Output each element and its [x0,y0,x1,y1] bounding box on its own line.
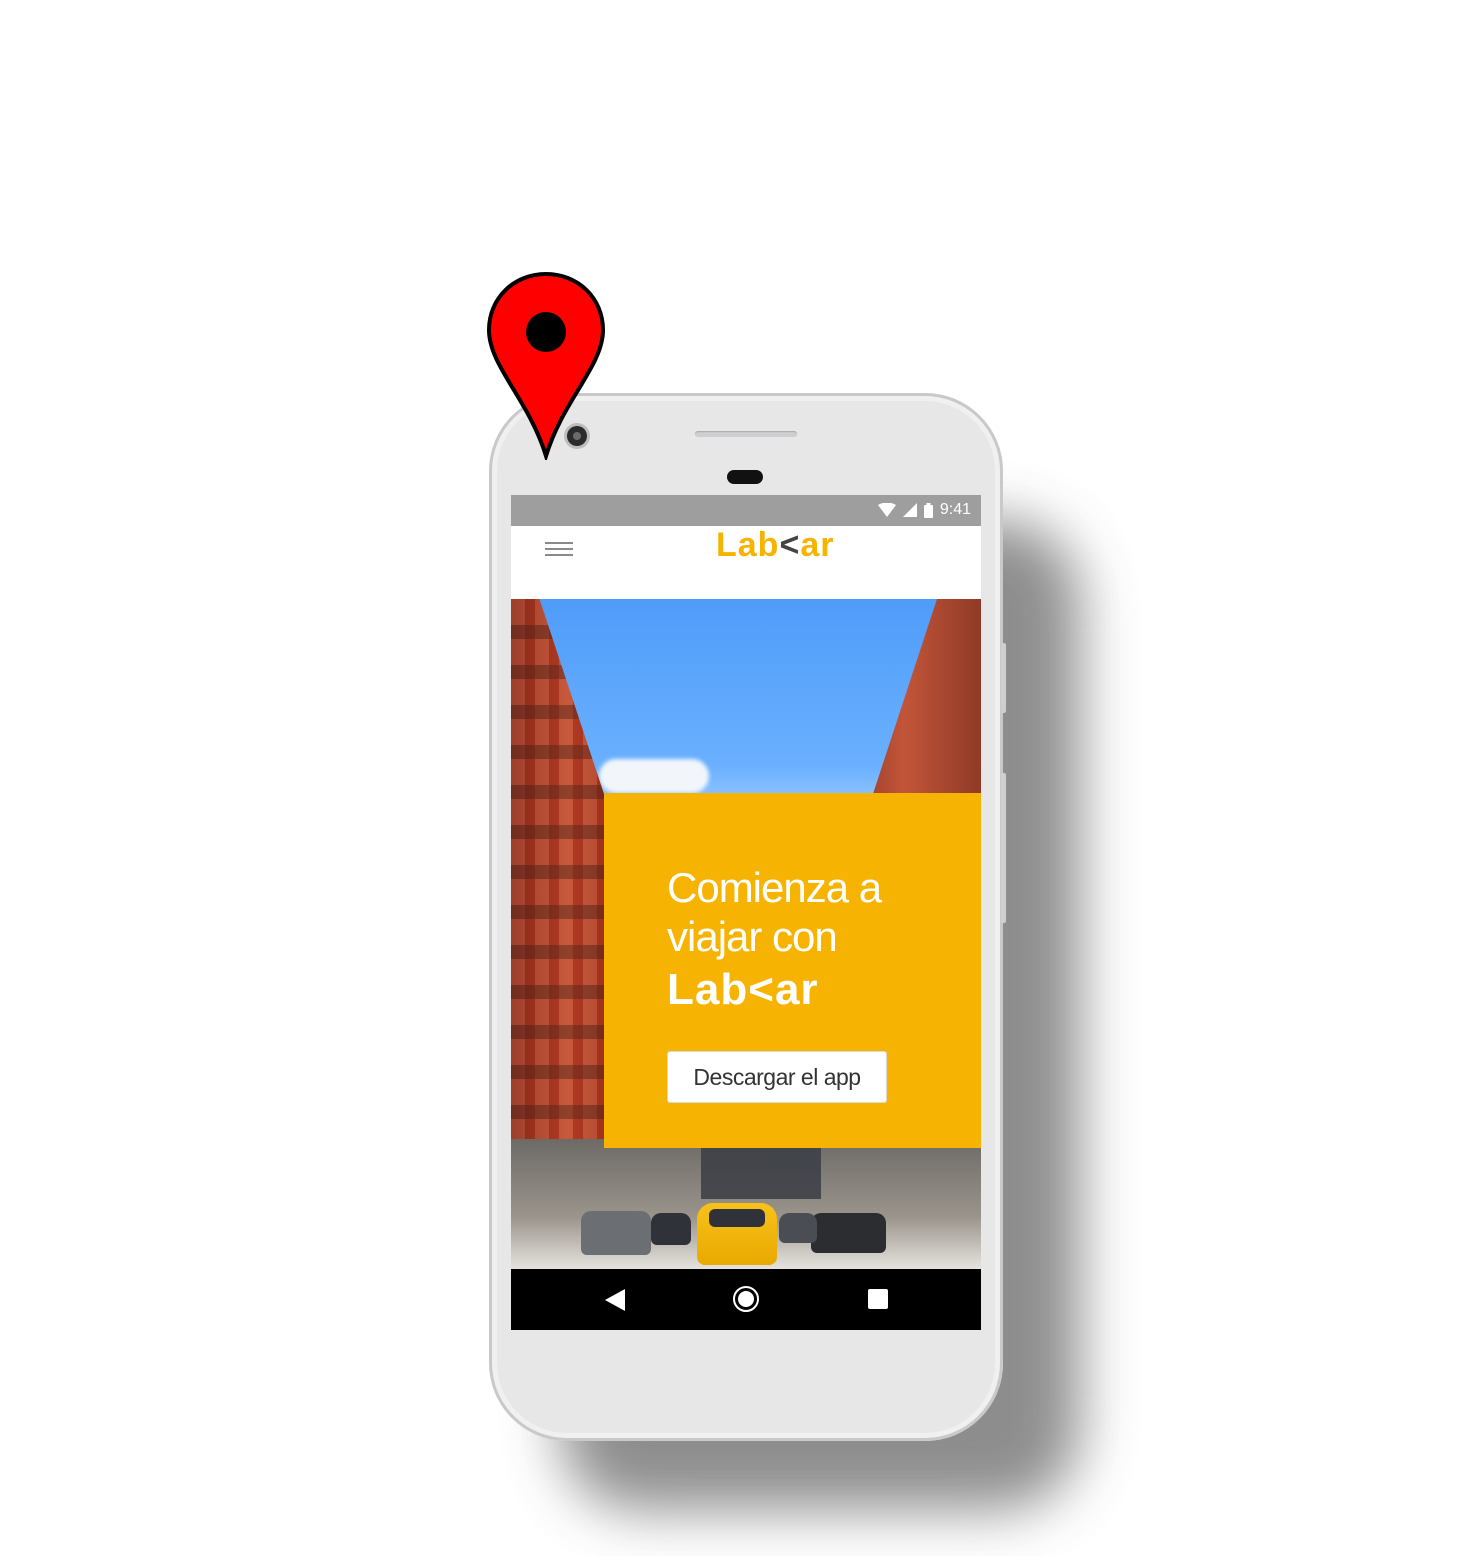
hamburger-menu-icon[interactable] [545,538,573,560]
home-icon[interactable] [733,1286,759,1312]
status-icons: 9:41 [877,501,971,519]
signal-icon [902,503,917,517]
logo-suffix: ar [800,526,835,564]
status-time: 9:41 [939,501,971,518]
promo-brand-chevron: < [748,965,775,1014]
promo-brand-suffix: ar [774,965,819,1014]
hero-cloud [599,759,709,793]
promo-brand-logo: Lab<ar [667,965,819,1015]
phone-screen: 9:41 Lab<ar Comienza a viajar con Lab<ar… [511,495,981,1330]
power-button [1001,643,1006,713]
parked-car [779,1213,817,1243]
parked-car [581,1211,651,1255]
yellow-taxi [697,1203,777,1265]
parked-car [811,1213,886,1253]
logo-chevron: < [779,526,801,564]
app-bar: Lab<ar [511,526,981,598]
promo-brand-prefix: Lab [667,965,749,1014]
recent-apps-icon[interactable] [868,1289,888,1309]
phone-frame: 9:41 Lab<ar Comienza a viajar con Lab<ar… [489,393,1006,1441]
hero-street [511,1139,981,1269]
parked-car [651,1213,691,1245]
download-app-button[interactable]: Descargar el app [667,1051,887,1103]
promo-title: Comienza a viajar con [667,864,882,960]
hero-bridge [701,1139,821,1199]
proximity-sensor [727,470,763,484]
map-pin-icon [486,271,606,460]
back-icon[interactable] [605,1289,625,1311]
hero-section: Comienza a viajar con Lab<ar Descargar e… [511,599,981,1269]
app-logo[interactable]: Lab<ar [716,526,834,565]
promo-panel: Comienza a viajar con Lab<ar Descargar e… [604,793,981,1148]
battery-icon [923,502,933,518]
android-nav-bar [511,1269,981,1330]
earpiece-speaker [695,431,797,437]
wifi-icon [877,503,896,517]
status-bar: 9:41 [511,495,981,526]
volume-button [1001,773,1006,923]
logo-prefix: Lab [716,526,780,564]
